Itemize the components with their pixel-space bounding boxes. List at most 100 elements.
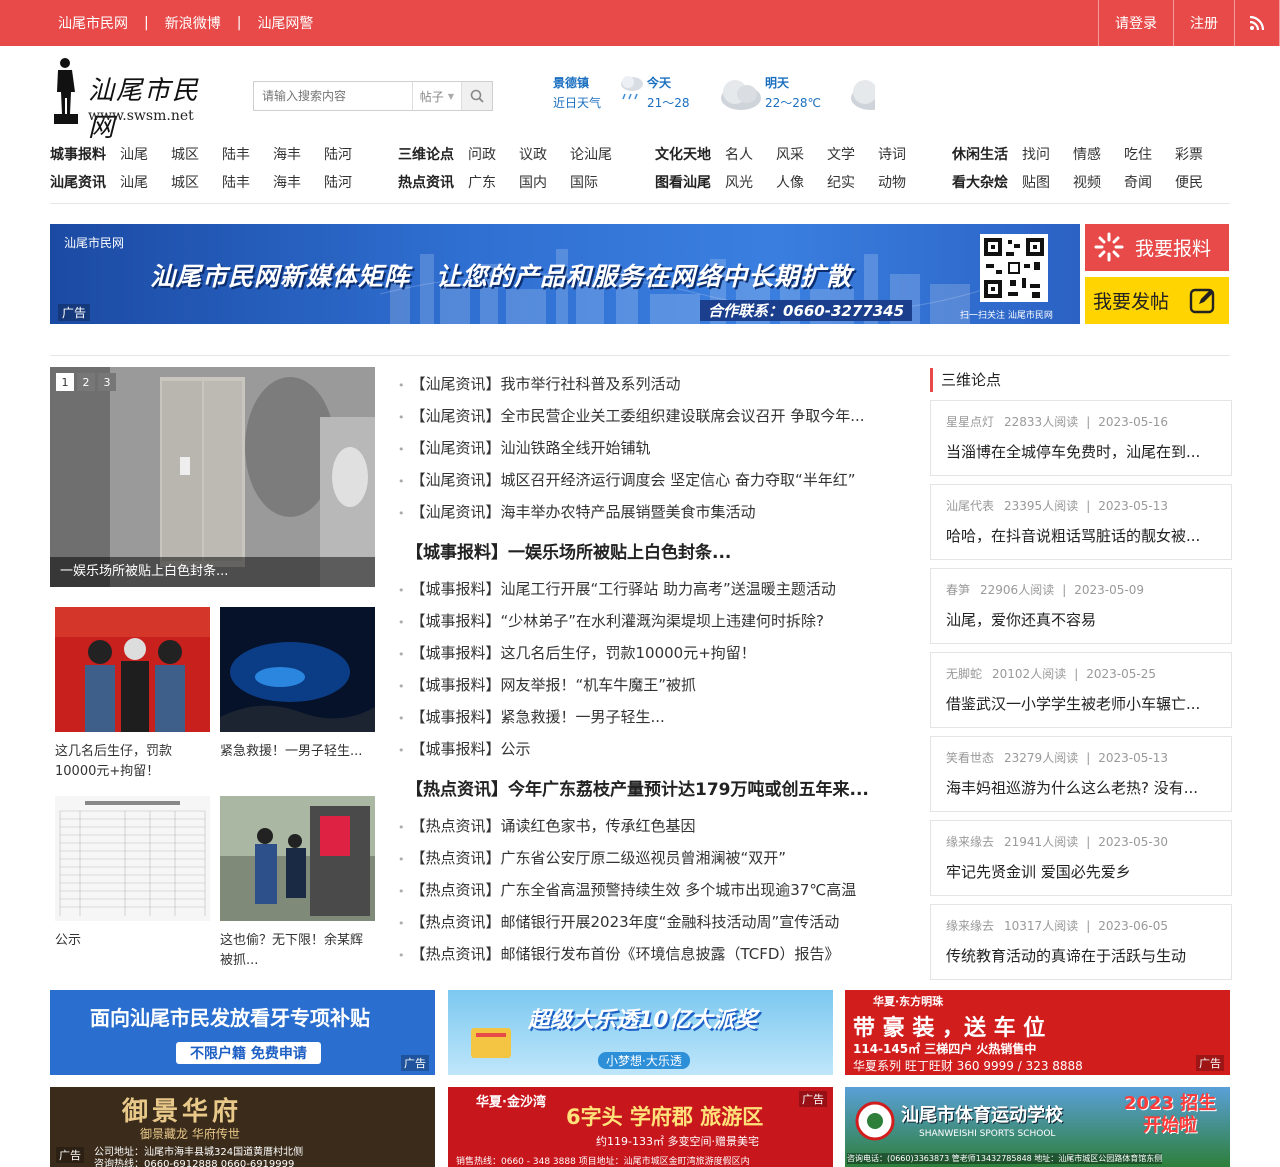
forum-card[interactable]: 缘来缘去 21941人阅读 | 2023-05-30 牢记先贤金训 爱国必先爱乡 xyxy=(930,820,1232,896)
nav-item[interactable]: 城区 xyxy=(171,144,222,164)
news-item[interactable]: 【城事报料】这几名后生仔，罚款10000元+拘留！ xyxy=(398,637,898,669)
nav-item[interactable]: 奇闻 xyxy=(1124,172,1175,192)
news-headline[interactable]: 【热点资讯】今年广东荔枝产量预计达179万吨或创五年来... xyxy=(398,770,888,810)
nav-item[interactable]: 陆丰 xyxy=(222,172,273,192)
slider-page-2[interactable]: 2 xyxy=(77,373,95,391)
nav-item[interactable]: 国际 xyxy=(570,172,621,192)
qr-code-image xyxy=(980,234,1048,302)
nav-item[interactable]: 论汕尾 xyxy=(570,144,621,164)
nav-item[interactable]: 彩票 xyxy=(1175,144,1226,164)
ad-sports-school[interactable]: 汕尾市体育运动学校 SHANWEISHI SPORTS SCHOOL 2023 … xyxy=(845,1087,1230,1167)
nav-item[interactable]: 纪实 xyxy=(827,172,878,192)
site-logo[interactable]: 汕尾市民网 www.swsm.net xyxy=(50,56,225,143)
news-item[interactable]: 【汕尾资讯】全市民营企业关工委组织建设联席会议召开 争取今年... xyxy=(398,400,898,432)
forum-card[interactable]: 缘来缘去 10317人阅读 | 2023-06-05 传统教育活动的真谛在于活跃与生动 xyxy=(930,904,1232,980)
nav-item[interactable]: 吃住 xyxy=(1124,144,1175,164)
nav-item[interactable]: 风采 xyxy=(776,144,827,164)
news-item[interactable]: 【热点资讯】邮储银行开展2023年度“金融科技活动周”宣传活动 xyxy=(398,906,898,938)
nav-item[interactable]: 陆丰 xyxy=(222,144,273,164)
rss-icon[interactable] xyxy=(1234,0,1280,46)
ad-realestate-3[interactable]: 华夏·金沙湾 6字头 学府郡 旅游区 约119-133㎡ 多变空间·赠景美宅 销… xyxy=(448,1087,833,1167)
login-link[interactable]: 请登录 xyxy=(1098,0,1173,46)
nav-group-head[interactable]: 文化天地 xyxy=(655,144,725,164)
search-input[interactable] xyxy=(254,82,412,110)
forum-card[interactable]: 无脚蛇 20102人阅读 | 2023-05-25 借鉴武汉一小学学生被老师小车辗亡..… xyxy=(930,652,1232,728)
nav-item[interactable]: 陆河 xyxy=(324,144,375,164)
news-headline[interactable]: 【城事报料】一娱乐场所被贴上白色封条... xyxy=(398,533,888,573)
nav-item[interactable]: 贴图 xyxy=(1022,172,1073,192)
news-item[interactable]: 【热点资讯】广东省公安厅原二级巡视员曾湘澜被“双开” xyxy=(398,842,898,874)
ad-realestate-2[interactable]: 御景华府 御景藏龙 华府传世 公司地址：汕尾市海丰县城324国道黄厝村北侧 咨询… xyxy=(50,1087,435,1167)
nav-item[interactable]: 动物 xyxy=(878,172,929,192)
thumb-item[interactable]: 这也偷？无下限！余某辉被抓... xyxy=(220,796,375,971)
nav-item[interactable]: 视频 xyxy=(1073,172,1124,192)
search-scope-select[interactable]: 帖子 ▼ xyxy=(412,82,461,110)
nav-group-head[interactable]: 看大杂烩 xyxy=(952,172,1022,192)
slider-page-1[interactable]: 1 xyxy=(56,373,74,391)
news-item[interactable]: 【城事报料】“少林弟子”在水利灌溉沟渠堤坝上违建何时拆除? xyxy=(398,605,898,637)
news-item[interactable]: 【汕尾资讯】汕汕铁路全线开始铺轨 xyxy=(398,432,898,464)
nav-item[interactable]: 便民 xyxy=(1175,172,1226,192)
thumb-item[interactable]: 紧急救援！一男子轻生... xyxy=(220,607,375,762)
news-item[interactable]: 【汕尾资讯】我市举行社科普及系列活动 xyxy=(398,368,898,400)
forum-card-title: 海丰妈祖巡游为什么这么老热? 没有... xyxy=(946,779,1199,797)
news-item[interactable]: 【城事报料】公示 xyxy=(398,733,898,765)
nav-item[interactable]: 情感 xyxy=(1073,144,1124,164)
ad-subtitle: 114-145㎡ 三梯四户 火热销售中 xyxy=(853,1042,1037,1056)
news-item[interactable]: 【汕尾资讯】海丰举办农特产品展销暨美食市集活动 xyxy=(398,496,898,528)
nav-group-head[interactable]: 三维论点 xyxy=(398,144,468,164)
nav-item[interactable]: 文学 xyxy=(827,144,878,164)
nav-item[interactable]: 名人 xyxy=(725,144,776,164)
nav-item[interactable]: 城区 xyxy=(171,172,222,192)
ad-dental[interactable]: 面向汕尾市民发放看牙专项补贴 不限户籍 免费申请 广告 xyxy=(50,990,435,1075)
nav-group-head[interactable]: 休闲生活 xyxy=(952,144,1022,164)
ad-lottery[interactable]: 超级大乐透10亿大派奖 小梦想·大乐透 xyxy=(448,990,833,1075)
edit-icon xyxy=(1189,288,1215,314)
nav-item[interactable]: 海丰 xyxy=(273,172,324,192)
forum-card[interactable]: 星星点灯 22833人阅读 | 2023-05-16 当淄博在全城停车免费时，汕尾在到.… xyxy=(930,400,1232,476)
news-item[interactable]: 【热点资讯】诵读红色家书，传承红色基因 xyxy=(398,810,898,842)
news-item[interactable]: 【城事报料】紧急救援！一男子轻生... xyxy=(398,701,898,733)
register-link[interactable]: 注册 xyxy=(1173,0,1234,46)
nav-item[interactable]: 陆河 xyxy=(324,172,375,192)
forum-card[interactable]: 汕尾代表 23395人阅读 | 2023-05-13 哈哈，在抖音说粗话骂脏话的靓女被.… xyxy=(930,484,1232,560)
ad-label: 广告 xyxy=(799,1091,827,1107)
nav-item[interactable]: 人像 xyxy=(776,172,827,192)
nav-item[interactable]: 风光 xyxy=(725,172,776,192)
thumb-item[interactable]: 这几名后生仔，罚款10000元+拘留！ xyxy=(55,607,210,782)
nav-item[interactable]: 问政 xyxy=(468,144,519,164)
nav-item[interactable]: 议政 xyxy=(519,144,570,164)
news-item[interactable]: 【城事报料】汕尾工行开展“工行驿站 助力高考”送温暖主题活动 xyxy=(398,573,898,605)
forum-card-separator: | xyxy=(1086,415,1091,429)
nav-group-head[interactable]: 热点资讯 xyxy=(398,172,468,192)
top-link-weibo[interactable]: 新浪微博 xyxy=(165,13,221,33)
nav-item[interactable]: 汕尾 xyxy=(120,144,171,164)
nav-item[interactable]: 广东 xyxy=(468,172,519,192)
nav-item[interactable]: 国内 xyxy=(519,172,570,192)
top-link-site[interactable]: 汕尾市民网 xyxy=(58,13,128,33)
news-item[interactable]: 【汕尾资讯】城区召开经济运行调度会 坚定信心 奋力夺取“半年红” xyxy=(398,464,898,496)
post-button[interactable]: 我要发帖 xyxy=(1085,277,1229,324)
nav-item[interactable]: 海丰 xyxy=(273,144,324,164)
forum-card[interactable]: 笑看世态 23279人阅读 | 2023-05-13 海丰妈祖巡游为什么这么老热? 没有… xyxy=(930,736,1232,812)
top-link-police[interactable]: 汕尾网警 xyxy=(257,13,313,33)
focus-slider[interactable]: 1 2 3 一娱乐场所被贴上白色封条... xyxy=(50,367,375,587)
focus-caption[interactable]: 一娱乐场所被贴上白色封条... xyxy=(50,557,375,587)
banner-ad[interactable]: 汕尾市民网 汕尾市民网新媒体矩阵 让您的产品和服务在网络中长期扩散 合作联系：0… xyxy=(50,224,1080,324)
ad-realestate-1[interactable]: 华夏·东方明珠 带 豪 装 ，送 车 位 114-145㎡ 三梯四户 火热销售中… xyxy=(845,990,1230,1075)
report-button[interactable]: 我要报料 xyxy=(1085,224,1229,271)
ad-title: 汕尾市体育运动学校 xyxy=(901,1105,1063,1126)
nav-item[interactable]: 找问 xyxy=(1022,144,1073,164)
forum-card[interactable]: 春笋 22906人阅读 | 2023-05-09 汕尾，爱你还真不容易 xyxy=(930,568,1232,644)
news-item[interactable]: 【热点资讯】邮储银行发布首份《环境信息披露（TCFD）报告》 xyxy=(398,938,898,970)
nav-group-head[interactable]: 汕尾资讯 xyxy=(50,172,120,192)
slider-page-3[interactable]: 3 xyxy=(98,373,116,391)
search-button[interactable] xyxy=(460,82,492,110)
news-item[interactable]: 【城事报料】网友举报！“机车牛魔王”被抓 xyxy=(398,669,898,701)
nav-item[interactable]: 汕尾 xyxy=(120,172,171,192)
news-item[interactable]: 【热点资讯】广东全省高温预警持续生效 多个城市出现逾37℃高温 xyxy=(398,874,898,906)
nav-group-head[interactable]: 城事报料 xyxy=(50,144,120,164)
thumb-item[interactable]: 公示 xyxy=(55,796,210,951)
nav-group-head[interactable]: 图看汕尾 xyxy=(655,172,725,192)
nav-item[interactable]: 诗词 xyxy=(878,144,929,164)
